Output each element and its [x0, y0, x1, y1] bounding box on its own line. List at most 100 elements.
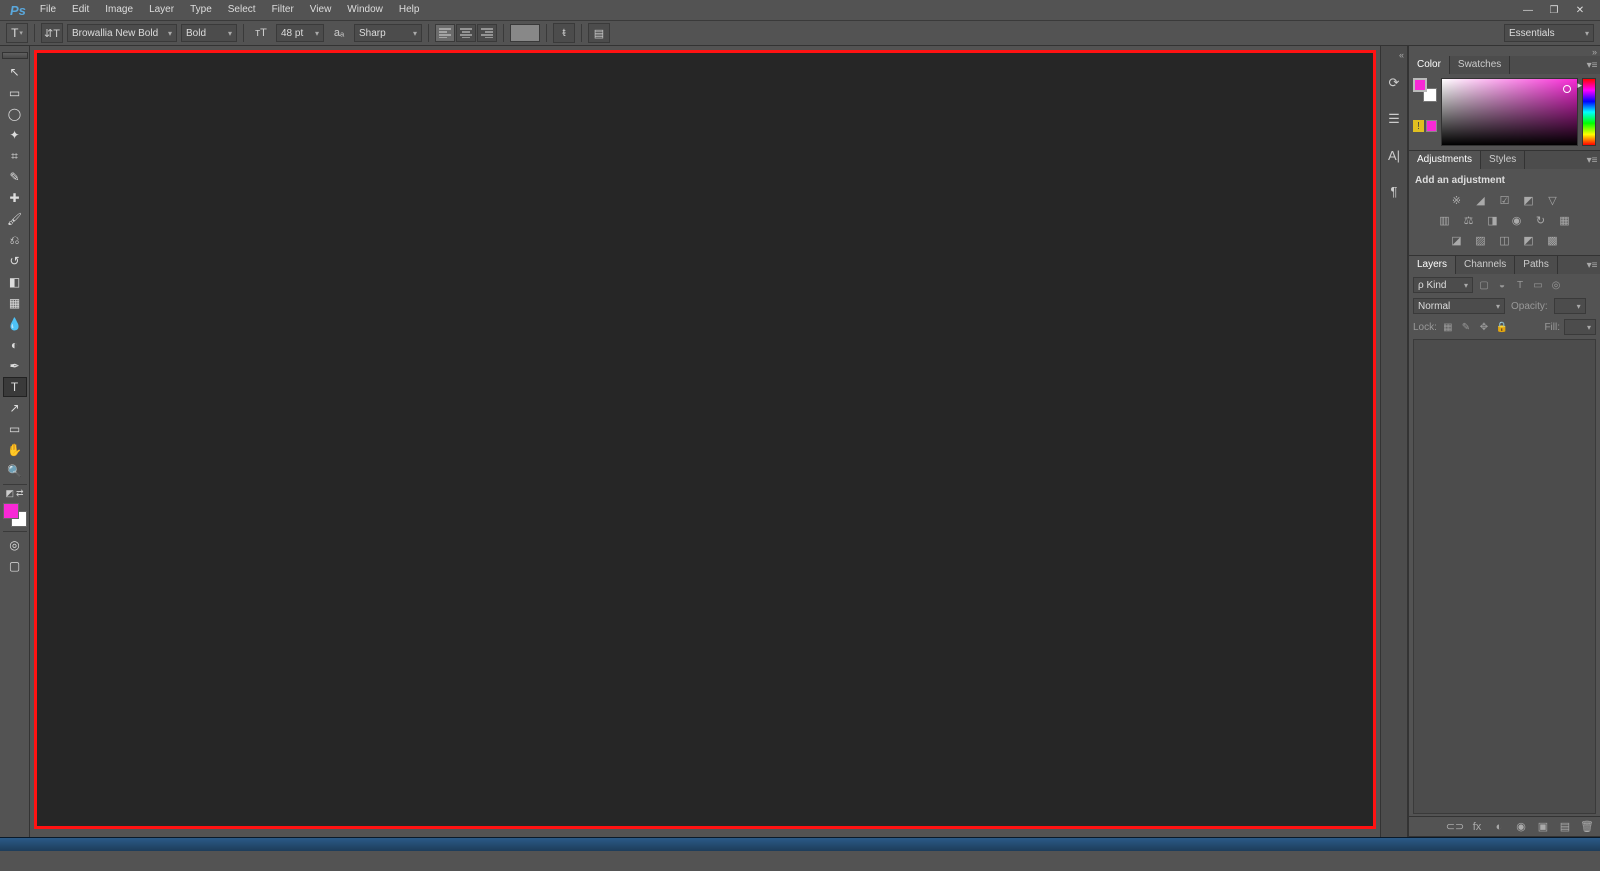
os-taskbar[interactable] [0, 837, 1600, 851]
websafe-swatch[interactable] [1426, 120, 1437, 132]
font-family-dropdown[interactable]: Browallia New Bold ▾ [67, 24, 177, 42]
maximize-button[interactable]: ❐ [1544, 3, 1564, 17]
adj-curves[interactable]: ☑ [1496, 192, 1514, 208]
adj-invert[interactable]: ◪ [1448, 232, 1466, 248]
opacity-dropdown[interactable]: ▾ [1554, 298, 1586, 314]
tab-adjustments[interactable]: Adjustments [1409, 151, 1481, 169]
menu-image[interactable]: Image [97, 0, 141, 20]
tools-handle[interactable] [2, 52, 28, 59]
quickmask-button[interactable]: ◎ [3, 535, 27, 555]
text-orientation-button[interactable]: ⇵T [41, 23, 63, 43]
gamut-warning-icon[interactable]: ! [1413, 120, 1424, 132]
adj-selective[interactable]: ▩ [1544, 232, 1562, 248]
adj-vibrance[interactable]: ▽ [1544, 192, 1562, 208]
marquee-tool[interactable]: ▭ [3, 83, 27, 103]
filter-type[interactable]: T [1513, 278, 1527, 292]
adj-levels[interactable]: ◢ [1472, 192, 1490, 208]
tab-color[interactable]: Color [1409, 56, 1450, 74]
adj-threshold[interactable]: ◫ [1496, 232, 1514, 248]
hand-tool[interactable]: ✋ [3, 440, 27, 460]
brush-tool[interactable]: 🖌 [3, 209, 27, 229]
filter-smart[interactable]: ◎ [1549, 278, 1563, 292]
fill-dropdown[interactable]: ▾ [1564, 319, 1596, 335]
blend-mode-dropdown[interactable]: Normal ▾ [1413, 298, 1505, 314]
adj-gradient-map[interactable]: ◩ [1520, 232, 1538, 248]
new-fill-button[interactable]: ◉ [1514, 820, 1528, 834]
antialias-dropdown[interactable]: Sharp ▾ [354, 24, 422, 42]
screenmode-button[interactable]: ▢ [3, 556, 27, 576]
zoom-tool[interactable]: 🔍 [3, 461, 27, 481]
menu-edit[interactable]: Edit [64, 0, 97, 20]
lock-all[interactable]: 🔒 [1495, 320, 1509, 334]
eyedropper-tool[interactable]: ✎ [3, 167, 27, 187]
type-tool[interactable]: T [3, 377, 27, 397]
lock-pixels[interactable]: ✎ [1459, 320, 1473, 334]
character-panel-button[interactable]: A| [1383, 144, 1405, 166]
lock-transparency[interactable]: ▦ [1441, 320, 1455, 334]
font-size-dropdown[interactable]: 48 pt ▾ [276, 24, 324, 42]
healing-tool[interactable]: ✚ [3, 188, 27, 208]
layer-fx-button[interactable]: fx [1470, 820, 1484, 834]
text-color-button[interactable] [510, 24, 540, 42]
adjustments-panel-menu[interactable]: ▾≡ [1584, 151, 1600, 169]
font-style-dropdown[interactable]: Bold ▾ [181, 24, 237, 42]
color-field[interactable] [1441, 78, 1578, 146]
wand-tool[interactable]: ✦ [3, 125, 27, 145]
menu-window[interactable]: Window [339, 0, 391, 20]
pen-tool[interactable]: ✒ [3, 356, 27, 376]
tab-styles[interactable]: Styles [1481, 151, 1525, 169]
hue-slider[interactable] [1582, 78, 1596, 146]
fg-color-swatch[interactable] [1413, 78, 1427, 92]
properties-panel-button[interactable]: ☰ [1383, 108, 1405, 130]
new-group-button[interactable]: ▣ [1536, 820, 1550, 834]
menu-layer[interactable]: Layer [141, 0, 182, 20]
menu-help[interactable]: Help [391, 0, 428, 20]
close-button[interactable]: ✕ [1570, 3, 1590, 17]
menu-filter[interactable]: Filter [264, 0, 302, 20]
warp-text-button[interactable]: ᵵ [553, 23, 575, 43]
stamp-tool[interactable]: ⎌ [3, 230, 27, 250]
layer-kind-dropdown[interactable]: ρ Kind ▾ [1413, 277, 1473, 293]
filter-shape[interactable]: ▭ [1531, 278, 1545, 292]
lock-position[interactable]: ✥ [1477, 320, 1491, 334]
current-tool-indicator[interactable]: T▾ [6, 23, 28, 43]
menu-view[interactable]: View [302, 0, 340, 20]
lasso-tool[interactable]: ◯ [3, 104, 27, 124]
gradient-tool[interactable]: ▦ [3, 293, 27, 313]
toggle-panels-button[interactable]: ▤ [588, 23, 610, 43]
color-swatch-pair[interactable] [1413, 78, 1437, 102]
path-tool[interactable]: ↗ [3, 398, 27, 418]
minimize-button[interactable]: — [1518, 3, 1538, 17]
layers-list[interactable] [1413, 339, 1596, 814]
filter-adjustment[interactable]: ◒ [1495, 278, 1509, 292]
delete-layer-button[interactable]: 🗑 [1580, 820, 1594, 834]
adj-brightness[interactable]: ※ [1448, 192, 1466, 208]
history-panel-button[interactable]: ⟳ [1383, 72, 1405, 94]
crop-tool[interactable]: ⌗ [3, 146, 27, 166]
foreground-background-colors[interactable] [2, 502, 28, 528]
align-left-button[interactable] [435, 24, 455, 42]
workspace-dropdown[interactable]: Essentials ▾ [1504, 24, 1594, 42]
tab-swatches[interactable]: Swatches [1450, 56, 1510, 74]
adj-bw[interactable]: ◨ [1484, 212, 1502, 228]
adj-posterize[interactable]: ▨ [1472, 232, 1490, 248]
align-right-button[interactable] [477, 24, 497, 42]
history-brush-tool[interactable]: ↺ [3, 251, 27, 271]
tab-layers[interactable]: Layers [1409, 256, 1456, 274]
adj-balance[interactable]: ⚖ [1460, 212, 1478, 228]
tab-channels[interactable]: Channels [1456, 256, 1515, 274]
menu-file[interactable]: File [32, 0, 64, 20]
eraser-tool[interactable]: ◧ [3, 272, 27, 292]
link-layers-button[interactable]: ⊂⊃ [1448, 820, 1462, 834]
color-panel-menu[interactable]: ▾≡ [1584, 56, 1600, 74]
layers-panel-menu[interactable]: ▾≡ [1584, 256, 1600, 274]
adj-channel-mixer[interactable]: ↻ [1532, 212, 1550, 228]
canvas-area[interactable] [30, 46, 1380, 837]
new-layer-button[interactable]: ▤ [1558, 820, 1572, 834]
align-center-button[interactable] [456, 24, 476, 42]
adj-hue[interactable]: ▥ [1436, 212, 1454, 228]
adj-color-lookup[interactable]: ▦ [1556, 212, 1574, 228]
dodge-tool[interactable]: ◐ [3, 335, 27, 355]
swap-colors-button[interactable]: ⇄ [16, 488, 24, 499]
layer-mask-button[interactable]: ◐ [1492, 820, 1506, 834]
